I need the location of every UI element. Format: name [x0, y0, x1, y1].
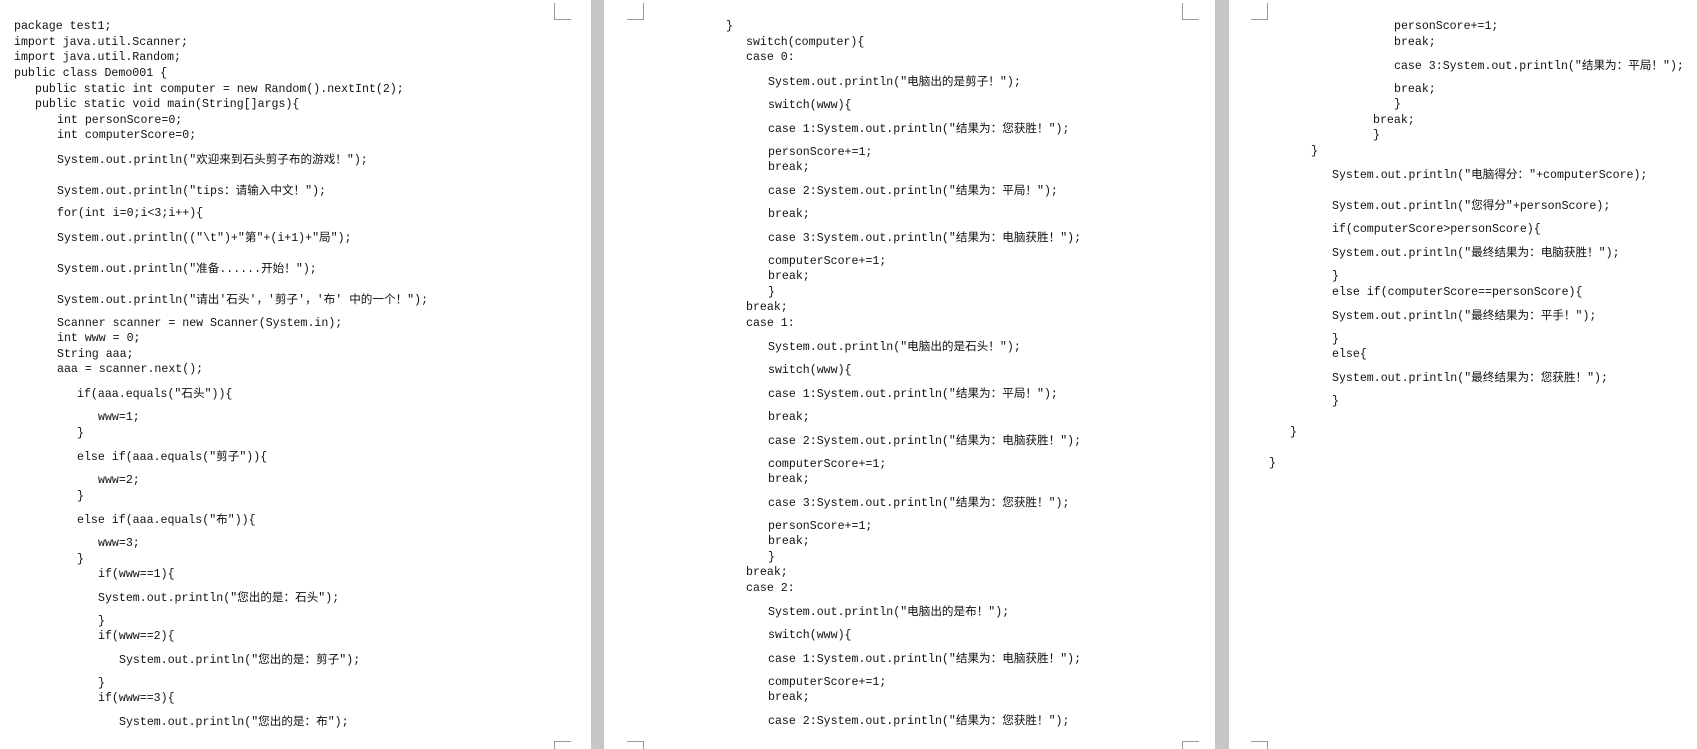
code-line: break; [746, 301, 788, 314]
document-page-3[interactable]: personScore+=1; break; case 3:System.out… [1229, 0, 1697, 749]
document-page-2[interactable]: } switch(computer){ case 0: System.out.p… [604, 0, 1215, 749]
code-line: case 1:System.out.println("结果为：电脑获胜！"); [768, 653, 1082, 666]
code-line: case 1:System.out.println("结果为：平局！"); [768, 388, 1058, 401]
code-line: } [1332, 270, 1339, 283]
code-line: case 2: [746, 582, 795, 595]
code-line: Scanner scanner = new Scanner(System.in)… [57, 317, 343, 330]
code-line: case 1:System.out.println("结果为：您获胜！"); [768, 123, 1070, 136]
code-line: if(www==1){ [98, 568, 175, 581]
code-line: case 2:System.out.println("结果为：您获胜！"); [768, 715, 1070, 728]
code-line: case 3:System.out.println("结果为：您获胜！"); [768, 497, 1070, 510]
code-line: System.out.println("准备......开始！"); [57, 263, 317, 276]
code-line: System.out.println("电脑出的是剪子！"); [768, 76, 1021, 89]
code-line: } [77, 553, 84, 566]
code-line: case 3:System.out.println("结果为：电脑获胜！"); [768, 232, 1082, 245]
code-line: switch(www){ [768, 364, 852, 377]
code-line: } [1311, 145, 1318, 158]
code-line: case 1: [746, 317, 795, 330]
code-block-page-1: package test1; import java.util.Scanner;… [0, 0, 591, 749]
code-line: else if(aaa.equals("剪子")){ [77, 451, 268, 464]
code-line: computerScore+=1; [768, 676, 887, 689]
code-block-page-2: } switch(computer){ case 0: System.out.p… [604, 0, 1215, 749]
code-line: if(aaa.equals("石头")){ [77, 388, 233, 401]
code-line: } [77, 490, 84, 503]
code-line: computerScore+=1; [768, 458, 887, 471]
code-line: break; [768, 473, 810, 486]
code-line: System.out.println(("\t")+"第"+(i+1)+"局")… [57, 232, 352, 245]
code-line: System.out.println("欢迎来到石头剪子布的游戏！"); [57, 154, 368, 167]
code-line: else if(aaa.equals("布")){ [77, 514, 256, 527]
code-line: else if(computerScore==personScore){ [1332, 286, 1583, 299]
code-line: System.out.println("最终结果为：您获胜！"); [1332, 372, 1608, 385]
code-line: System.out.println("最终结果为：平手！"); [1332, 310, 1597, 323]
code-line: aaa = scanner.next(); [57, 363, 204, 376]
code-line: int computerScore=0; [57, 129, 197, 142]
code-line: public static int computer = new Random(… [35, 83, 404, 96]
code-line: String aaa; [57, 348, 134, 361]
code-line: } [98, 615, 105, 628]
code-line: int personScore=0; [57, 114, 183, 127]
code-line: switch(www){ [768, 99, 852, 112]
document-workspace[interactable]: package test1; import java.util.Scanner;… [0, 0, 1697, 749]
code-line: break; [768, 535, 810, 548]
code-line: System.out.println("最终结果为：电脑获胜！"); [1332, 247, 1620, 260]
code-line: case 2:System.out.println("结果为：平局！"); [768, 185, 1058, 198]
code-line: public class Demo001 { [14, 67, 168, 80]
code-line: } [726, 20, 733, 33]
code-line: switch(computer){ [746, 36, 865, 49]
code-line: www=2; [98, 474, 140, 487]
code-line: int www = 0; [57, 332, 141, 345]
code-line: switch(www){ [768, 629, 852, 642]
code-line: } [768, 286, 775, 299]
code-line: break; [746, 566, 788, 579]
code-line: } [1290, 426, 1297, 439]
code-line: www=3; [98, 537, 140, 550]
code-line: } [768, 551, 775, 564]
code-line: www=1; [98, 411, 140, 424]
code-line: } [1269, 457, 1276, 470]
code-line: System.out.println("电脑得分："+computerScore… [1332, 169, 1648, 182]
code-line: case 0: [746, 51, 795, 64]
code-line: break; [1394, 36, 1436, 49]
code-line: break; [1373, 114, 1415, 127]
document-page-1[interactable]: package test1; import java.util.Scanner;… [0, 0, 591, 749]
code-line: break; [768, 208, 810, 221]
code-line: System.out.println("您出的是：剪子"); [119, 654, 361, 667]
code-line: personScore+=1; [768, 520, 873, 533]
code-line: System.out.println("请出'石头'，'剪子'，'布' 中的一个… [57, 294, 429, 307]
code-line: } [77, 427, 84, 440]
code-line: System.out.println("tips：请输入中文！"); [57, 185, 327, 198]
code-line: } [1373, 129, 1380, 142]
code-line: break; [1394, 83, 1436, 96]
code-line: } [98, 677, 105, 690]
code-line: import java.util.Random; [14, 51, 181, 64]
code-line: case 2:System.out.println("结果为：电脑获胜！"); [768, 435, 1082, 448]
code-line: for(int i=0;i<3;i++){ [57, 207, 204, 220]
code-line: if(www==2){ [98, 630, 175, 643]
code-line: } [1332, 395, 1339, 408]
code-line: else{ [1332, 348, 1367, 361]
code-line: break; [768, 411, 810, 424]
code-line: computerScore+=1; [768, 255, 887, 268]
code-line: package test1; [14, 20, 112, 33]
code-line: } [1332, 333, 1339, 346]
code-block-page-3: personScore+=1; break; case 3:System.out… [1229, 0, 1697, 749]
code-line: if(www==3){ [98, 692, 175, 705]
code-line: System.out.println("您得分"+personScore); [1332, 200, 1611, 213]
code-line: personScore+=1; [768, 146, 873, 159]
code-line: case 3:System.out.println("结果为：平局！"); [1394, 60, 1684, 73]
code-line: System.out.println("电脑出的是布！"); [768, 606, 1010, 619]
code-line: System.out.println("您出的是：布"); [119, 716, 349, 729]
code-line: personScore+=1; [1394, 20, 1499, 33]
code-line: break; [768, 161, 810, 174]
code-line: public static void main(String[]args){ [35, 98, 300, 111]
code-line: break; [768, 691, 810, 704]
code-line: import java.util.Scanner; [14, 36, 188, 49]
code-line: if(computerScore>personScore){ [1332, 223, 1541, 236]
code-line: break; [768, 270, 810, 283]
code-line: System.out.println("您出的是：石头"); [98, 592, 340, 605]
code-line: } [1394, 98, 1401, 111]
code-line: System.out.println("电脑出的是石头！"); [768, 341, 1021, 354]
